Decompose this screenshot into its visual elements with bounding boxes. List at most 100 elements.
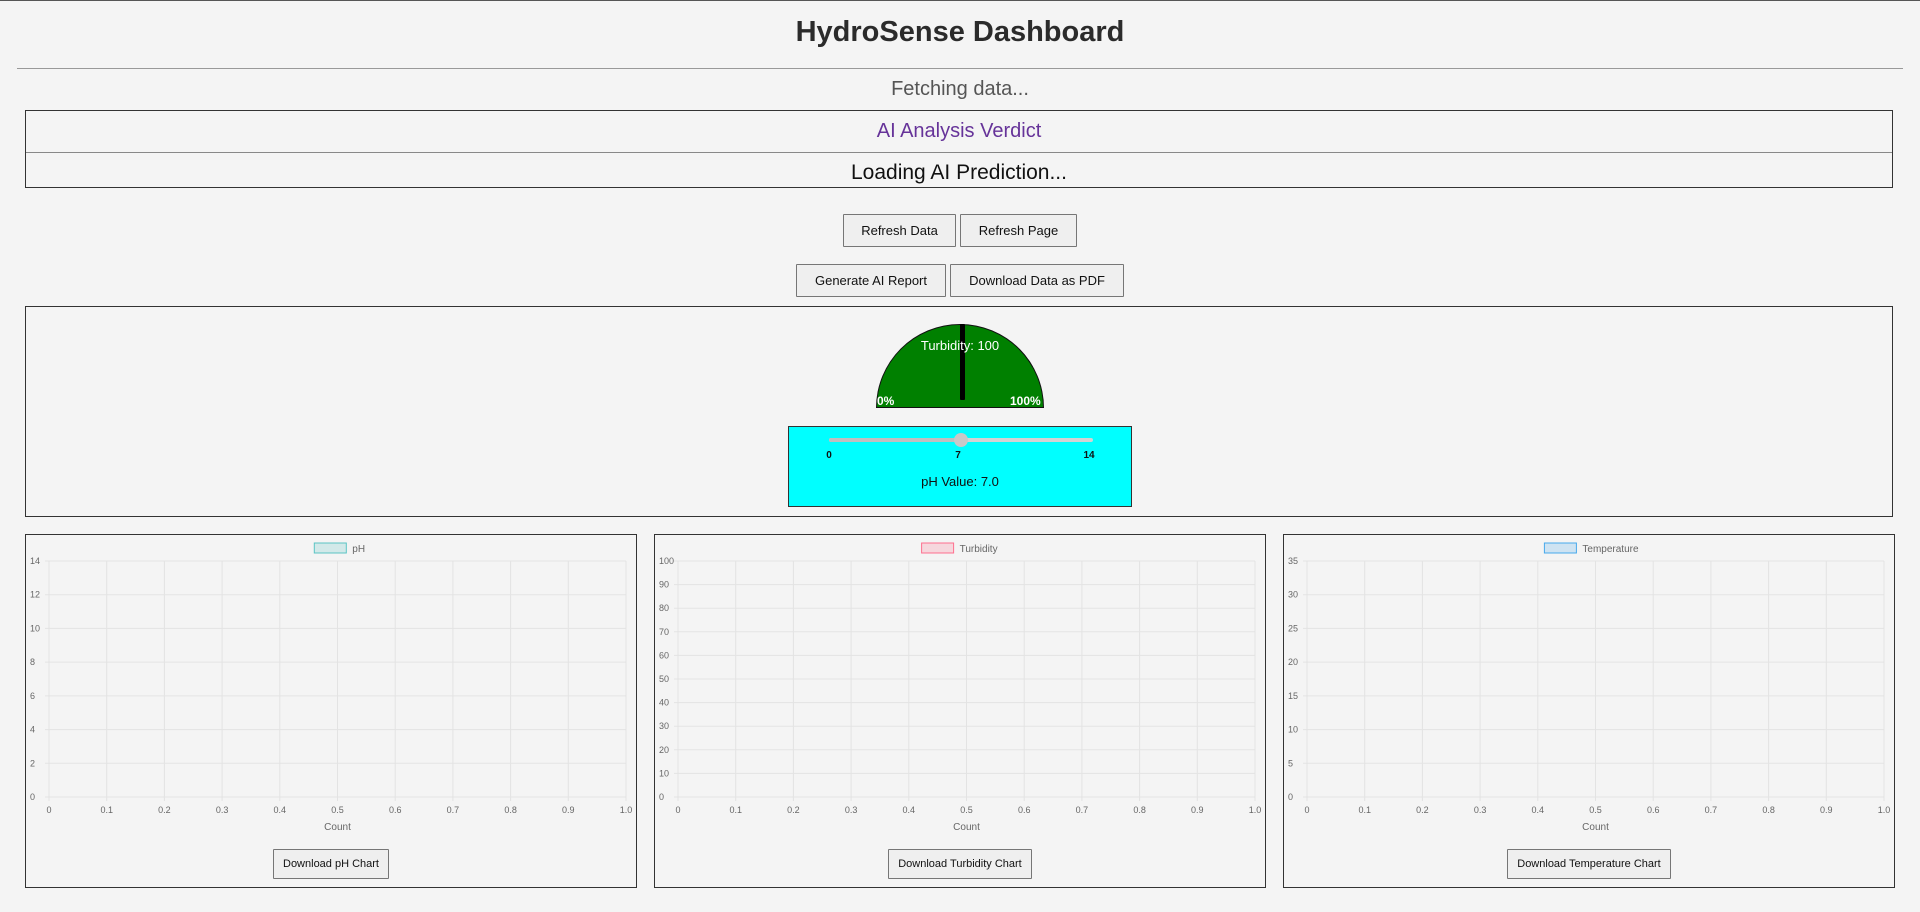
x-tick-label: 0.7 bbox=[1076, 805, 1089, 815]
x-tick-label: 0.1 bbox=[100, 805, 113, 815]
y-tick-label: 10 bbox=[30, 623, 40, 633]
x-tick-label: 0.1 bbox=[1358, 805, 1371, 815]
x-tick-label: 0.9 bbox=[562, 805, 575, 815]
ph-tick-min: 0 bbox=[826, 450, 832, 461]
x-tick-label: 0.3 bbox=[216, 805, 229, 815]
x-tick-label: 0.7 bbox=[447, 805, 460, 815]
x-tick-label: 0.5 bbox=[960, 805, 973, 815]
chart-legend[interactable]: Temperature bbox=[1543, 542, 1639, 555]
ph-chart-card: pH 0 0.1 0.2 0.3 0.4 0.5 0.6 0.7 0.8 0.9 1.0 0 2 4 6 8 10… bbox=[25, 534, 637, 888]
ai-prediction-text: Loading AI Prediction... bbox=[851, 161, 1067, 184]
x-tick-label: 0 bbox=[1304, 805, 1309, 815]
x-tick-label: 0.8 bbox=[1133, 805, 1146, 815]
generate-ai-report-button[interactable]: Generate AI Report bbox=[796, 264, 946, 297]
ph-slider-track[interactable] bbox=[829, 433, 1093, 447]
x-tick-label: 0.2 bbox=[158, 805, 171, 815]
x-tick-label: 0.7 bbox=[1705, 805, 1718, 815]
y-tick-label: 50 bbox=[659, 674, 669, 684]
y-tick-label: 14 bbox=[30, 556, 40, 566]
x-tick-label: 0.6 bbox=[1647, 805, 1660, 815]
y-tick-label: 4 bbox=[30, 725, 35, 735]
y-tick-label: 25 bbox=[1288, 623, 1298, 633]
ph-slider-fill bbox=[829, 438, 961, 442]
x-tick-label: 0.4 bbox=[903, 805, 916, 815]
legend-label: pH bbox=[352, 544, 365, 555]
download-turbidity-chart-button[interactable]: Download Turbidity Chart bbox=[888, 849, 1032, 879]
ai-verdict-box: AI Analysis Verdict Loading AI Predictio… bbox=[25, 110, 1893, 188]
refresh-page-button[interactable]: Refresh Page bbox=[960, 214, 1077, 247]
x-axis-label: Count bbox=[1582, 822, 1609, 833]
x-tick-label: 1.0 bbox=[1249, 805, 1262, 815]
y-tick-label: 40 bbox=[659, 698, 669, 708]
legend-label: Temperature bbox=[1582, 544, 1639, 555]
x-tick-label: 0.3 bbox=[1474, 805, 1487, 815]
y-tick-label: 30 bbox=[659, 721, 669, 731]
y-tick-label: 0 bbox=[1288, 792, 1293, 802]
y-tick-label: 2 bbox=[30, 758, 35, 768]
gauge-needle bbox=[960, 324, 965, 400]
x-axis-label: Count bbox=[324, 822, 351, 833]
y-tick-label: 20 bbox=[659, 745, 669, 755]
x-tick-label: 0.5 bbox=[1589, 805, 1602, 815]
x-tick-label: 0.9 bbox=[1191, 805, 1204, 815]
x-tick-label: 0.4 bbox=[274, 805, 287, 815]
gauge-label: Turbidity: 100 bbox=[920, 338, 1000, 353]
y-tick-label: 8 bbox=[30, 657, 35, 667]
x-tick-label: 0.8 bbox=[1762, 805, 1775, 815]
x-tick-label: 0.3 bbox=[845, 805, 858, 815]
gauge-min-label: 0% bbox=[877, 394, 895, 408]
x-tick-label: 0.6 bbox=[1018, 805, 1031, 815]
x-tick-label: 0.6 bbox=[389, 805, 402, 815]
ph-tick-max: 14 bbox=[1083, 450, 1095, 461]
y-tick-label: 10 bbox=[659, 768, 669, 778]
x-tick-label: 0 bbox=[675, 805, 680, 815]
y-tick-label: 5 bbox=[1288, 758, 1293, 768]
y-tick-label: 80 bbox=[659, 603, 669, 613]
chart-legend[interactable]: pH bbox=[313, 542, 365, 555]
gauge-max-label: 100% bbox=[1010, 394, 1041, 408]
turbidity-chart: Turbidity 0 0.1 0.2 0.3 0.4 0.5 0.6 0.7 0.8 0.9 1.0… bbox=[659, 542, 1262, 833]
ai-verdict-heading: AI Analysis Verdict bbox=[26, 111, 1892, 153]
ph-indicator: 0 7 14 pH Value: 7.0 bbox=[788, 426, 1132, 507]
y-tick-label: 20 bbox=[1288, 657, 1298, 667]
y-tick-label: 10 bbox=[1288, 725, 1298, 735]
y-tick-label: 15 bbox=[1288, 691, 1298, 701]
download-temperature-chart-button[interactable]: Download Temperature Chart bbox=[1507, 849, 1671, 879]
y-tick-label: 0 bbox=[659, 792, 664, 802]
y-tick-label: 100 bbox=[659, 556, 674, 566]
x-tick-label: 1.0 bbox=[1878, 805, 1891, 815]
page-title: HydroSense Dashboard bbox=[795, 16, 1125, 48]
chart-legend[interactable]: Turbidity bbox=[921, 542, 998, 555]
legend-label: Turbidity bbox=[960, 544, 998, 555]
ph-chart: pH 0 0.1 0.2 0.3 0.4 0.5 0.6 0.7 0.8 0.9 1.0 0 2 4 6 8 10… bbox=[30, 542, 633, 833]
legend-swatch bbox=[313, 542, 347, 554]
fetch-status: Fetching data... bbox=[891, 78, 1029, 100]
download-ph-chart-button[interactable]: Download pH Chart bbox=[273, 849, 389, 879]
x-axis-label: Count bbox=[953, 822, 980, 833]
turbidity-chart-card: Turbidity 0 0.1 0.2 0.3 0.4 0.5 0.6 0.7 0.8 0.9 1.0… bbox=[654, 534, 1266, 888]
x-tick-label: 0 bbox=[46, 805, 51, 815]
ph-value-label: pH Value: 7.0 bbox=[921, 474, 999, 489]
ph-tick-mid: 7 bbox=[955, 450, 961, 461]
refresh-data-button[interactable]: Refresh Data bbox=[843, 214, 956, 247]
download-pdf-button[interactable]: Download Data as PDF bbox=[950, 264, 1124, 297]
x-tick-label: 0.8 bbox=[504, 805, 517, 815]
y-tick-label: 90 bbox=[659, 580, 669, 590]
header-divider bbox=[17, 68, 1903, 69]
legend-swatch bbox=[921, 542, 955, 554]
y-tick-label: 60 bbox=[659, 650, 669, 660]
x-tick-label: 1.0 bbox=[620, 805, 633, 815]
temperature-chart: Temperature 0 0.1 0.2 0.3 0.4 0.5 0.6 0.7 0.8 0.9 1… bbox=[1288, 542, 1891, 833]
x-tick-label: 0.5 bbox=[331, 805, 344, 815]
legend-swatch bbox=[1543, 542, 1577, 554]
y-tick-label: 30 bbox=[1288, 590, 1298, 600]
x-tick-label: 0.2 bbox=[787, 805, 800, 815]
temperature-chart-card: Temperature 0 0.1 0.2 0.3 0.4 0.5 0.6 0.7 0.8 0.9 1… bbox=[1283, 534, 1895, 888]
y-tick-label: 70 bbox=[659, 627, 669, 637]
y-tick-label: 35 bbox=[1288, 556, 1298, 566]
y-tick-label: 0 bbox=[30, 792, 35, 802]
x-tick-label: 0.4 bbox=[1532, 805, 1545, 815]
y-tick-label: 6 bbox=[30, 691, 35, 701]
x-tick-label: 0.1 bbox=[729, 805, 742, 815]
ph-slider-thumb[interactable] bbox=[954, 433, 968, 447]
